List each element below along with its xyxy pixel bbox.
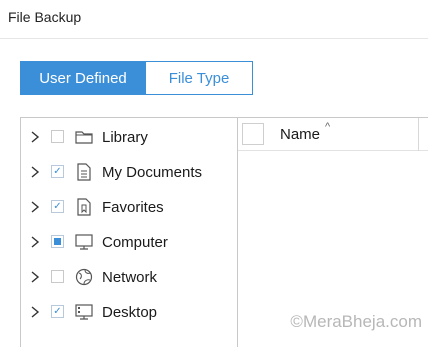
tree-checkbox-library[interactable] [51, 130, 64, 143]
favorites-icon [77, 198, 91, 216]
tab-user-defined-label: User Defined [39, 69, 127, 87]
chevron-right-icon[interactable] [28, 235, 42, 249]
partial-check-indicator [54, 238, 61, 245]
column-divider[interactable] [418, 118, 419, 151]
document-icon [77, 163, 91, 181]
tree-item-library[interactable]: Library [21, 120, 237, 155]
folder-icon [75, 131, 93, 144]
select-all-checkbox[interactable] [242, 123, 264, 145]
watermark: ©MeraBheja.com [290, 312, 422, 331]
chevron-right-icon[interactable] [28, 270, 42, 284]
title-divider [0, 38, 428, 39]
file-list [238, 151, 428, 335]
monitor-icon [75, 234, 93, 250]
tree-checkbox-desktop[interactable]: ✓ [51, 305, 64, 318]
tree-item-desktop[interactable]: ✓ Desktop [21, 295, 237, 330]
chevron-right-icon[interactable] [28, 130, 42, 144]
chevron-right-icon[interactable] [28, 165, 42, 179]
tree-checkbox-computer[interactable] [51, 235, 64, 248]
chevron-right-icon[interactable] [28, 305, 42, 319]
tree-checkbox-network[interactable] [51, 270, 64, 283]
desktop-icon [75, 304, 93, 320]
chevron-right-icon[interactable] [28, 200, 42, 214]
tree-item-label: Network [102, 269, 158, 286]
tree-item-label: Favorites [102, 199, 164, 216]
network-icon [75, 268, 93, 286]
check-icon: ✓ [53, 305, 62, 317]
column-header-name[interactable]: Name [280, 126, 320, 143]
tab-file-type-label: File Type [168, 69, 230, 87]
folder-tree: Library ✓ My Documents ✓ Favorites Compu… [20, 117, 238, 347]
tree-item-label: Library [102, 129, 148, 146]
tree-item-network[interactable]: Network [21, 260, 237, 295]
tree-checkbox-my-documents[interactable]: ✓ [51, 165, 64, 178]
page-title: File Backup [8, 9, 82, 25]
tree-item-my-documents[interactable]: ✓ My Documents [21, 155, 237, 190]
tree-item-favorites[interactable]: ✓ Favorites [21, 190, 237, 225]
tab-user-defined[interactable]: User Defined [20, 61, 146, 95]
tree-item-label: Desktop [102, 304, 158, 321]
tab-file-type[interactable]: File Type [146, 61, 253, 95]
check-icon: ✓ [53, 165, 62, 177]
tree-item-label: My Documents [102, 164, 203, 181]
tree-item-computer[interactable]: Computer [21, 225, 237, 260]
tree-item-label: Computer [102, 234, 168, 251]
file-list-header: Name ^ [238, 117, 428, 151]
check-icon: ✓ [53, 200, 62, 212]
sort-ascending-icon: ^ [325, 121, 331, 133]
tree-checkbox-favorites[interactable]: ✓ [51, 200, 64, 213]
